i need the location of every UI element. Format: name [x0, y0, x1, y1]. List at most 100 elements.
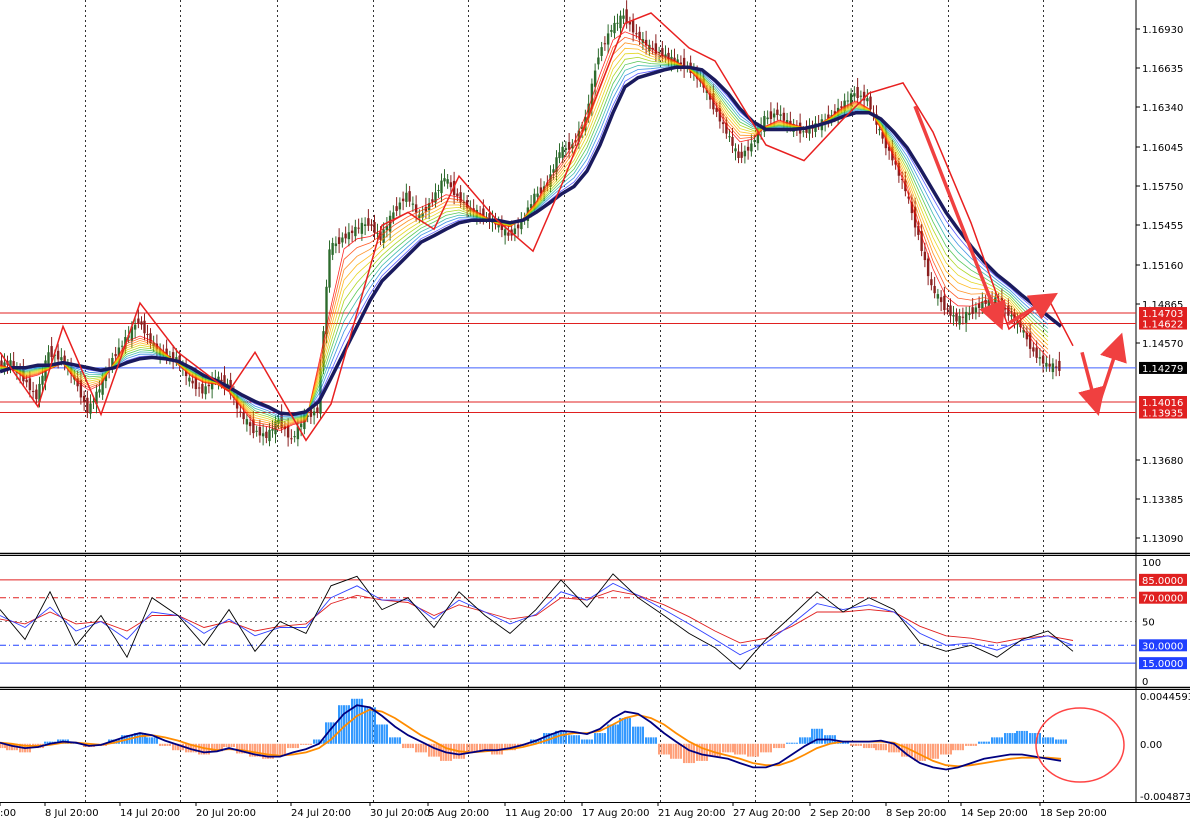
price-tick-label: 1.13680	[1142, 456, 1183, 467]
candle-body	[133, 324, 137, 330]
macd-histogram-bar	[722, 743, 724, 753]
macd-histogram-bar	[821, 728, 823, 744]
candle-body	[411, 203, 415, 205]
candle-body	[964, 311, 968, 323]
macd-histogram-bar	[940, 743, 942, 755]
macd-histogram-bar	[486, 743, 489, 751]
macd-histogram-bar	[391, 737, 394, 744]
candle-body	[140, 321, 143, 325]
time-tick-label: 24 Jul 20:00	[291, 808, 351, 819]
macd-histogram-bar	[573, 735, 575, 744]
macd-histogram-bar	[921, 743, 924, 761]
macd-histogram-bar	[604, 733, 606, 744]
macd-tick-label: 0.0044593	[1140, 692, 1190, 703]
macd-histogram-bar	[484, 743, 486, 751]
macd-histogram-bar	[1009, 733, 1011, 744]
macd-histogram-bar	[289, 743, 292, 749]
price-tick-label: 1.13090	[1142, 534, 1183, 545]
macd-histogram-bar	[121, 735, 123, 744]
candle-body	[593, 70, 597, 87]
macd-tick-label: -0.0048737	[1140, 792, 1190, 803]
candle-body	[750, 143, 753, 152]
macd-histogram-bar	[396, 737, 399, 744]
candle-body	[405, 192, 408, 202]
candle-body	[936, 294, 940, 299]
macd-histogram-bar	[757, 743, 759, 757]
macd-histogram-bar	[863, 743, 865, 749]
candle-body	[137, 318, 140, 323]
candle-body	[1058, 360, 1061, 371]
macd-histogram-bar	[412, 743, 414, 749]
candle-body	[869, 96, 872, 110]
price-tick-label: 1.14570	[1142, 339, 1183, 350]
candle-body	[958, 315, 961, 325]
candle-body	[265, 431, 268, 438]
macd-histogram-bar	[786, 742, 788, 744]
macd-histogram-bar	[581, 739, 583, 744]
candle-body	[782, 112, 786, 121]
candle-body	[25, 379, 28, 383]
macd-histogram-bar	[716, 743, 719, 757]
macd-histogram-bar	[601, 733, 604, 744]
macd-histogram-bar	[1014, 733, 1016, 744]
stochastic-level-label: 70.0000	[1142, 594, 1183, 605]
macd-histogram-bar	[816, 728, 818, 744]
macd-histogram-bar	[560, 730, 562, 744]
macd-histogram-bar	[575, 735, 578, 744]
candle-body	[878, 128, 881, 131]
macd-histogram-bar	[1026, 730, 1028, 744]
macd-histogram-bar	[663, 743, 665, 755]
macd-histogram-bar	[711, 743, 714, 757]
macd-histogram-bar	[274, 743, 276, 755]
candle-body	[1038, 357, 1042, 359]
candle-body	[114, 354, 117, 357]
macd-histogram-bar	[929, 743, 932, 759]
macd-histogram-bar	[993, 737, 996, 744]
candle-body	[191, 380, 194, 384]
time-tick-label: 20 Jul 20:00	[196, 808, 256, 819]
candle-body	[207, 384, 211, 387]
macd-histogram-bar	[383, 724, 386, 744]
candle-body	[776, 109, 779, 116]
macd-histogram-bar	[340, 705, 343, 744]
macd-histogram-bar	[701, 743, 703, 761]
macd-histogram-bar	[236, 743, 238, 754]
macd-histogram-bar	[1011, 733, 1014, 744]
price-tick-label: 1.13385	[1142, 495, 1183, 506]
candle-body	[721, 122, 725, 125]
candle-body	[334, 243, 338, 247]
macd-histogram-bar	[588, 739, 591, 744]
candle-body	[1032, 347, 1035, 352]
macd-histogram-bar	[1060, 739, 1062, 744]
macd-histogram-bar	[752, 743, 754, 757]
macd-histogram-bar	[799, 737, 801, 744]
macd-histogram-bar	[228, 743, 230, 747]
time-tick-label: 18 Sep 20:00	[1040, 808, 1107, 819]
macd-histogram-bar	[954, 743, 957, 751]
time-tick-label: 17 Aug 20:00	[582, 808, 649, 819]
macd-histogram-bar	[972, 743, 975, 746]
macd-histogram-bar	[225, 743, 228, 747]
macd-histogram-bar	[868, 743, 870, 749]
macd-histogram-bar	[166, 743, 169, 746]
macd-histogram-bar	[496, 743, 498, 755]
macd-histogram-bar	[583, 739, 586, 744]
macd-histogram-bar	[762, 743, 765, 753]
candle-body	[370, 224, 373, 226]
macd-histogram-bar	[305, 743, 307, 745]
macd-histogram-bar	[796, 742, 798, 744]
macd-histogram-bar	[381, 724, 383, 744]
candle-body	[414, 204, 418, 213]
macd-histogram-bar	[624, 718, 626, 744]
candle-body	[743, 150, 747, 157]
macd-histogram-bar	[975, 743, 977, 746]
price-tick-label: 1.15455	[1142, 221, 1183, 232]
macd-histogram-bar	[281, 743, 284, 755]
macd-histogram-bar	[198, 743, 200, 755]
macd-histogram-bar	[148, 737, 151, 744]
macd-histogram-bar	[988, 741, 990, 744]
macd-histogram-bar	[1057, 739, 1060, 744]
candle-body	[201, 383, 204, 394]
candle-body	[35, 389, 38, 400]
candle-body	[347, 232, 351, 240]
